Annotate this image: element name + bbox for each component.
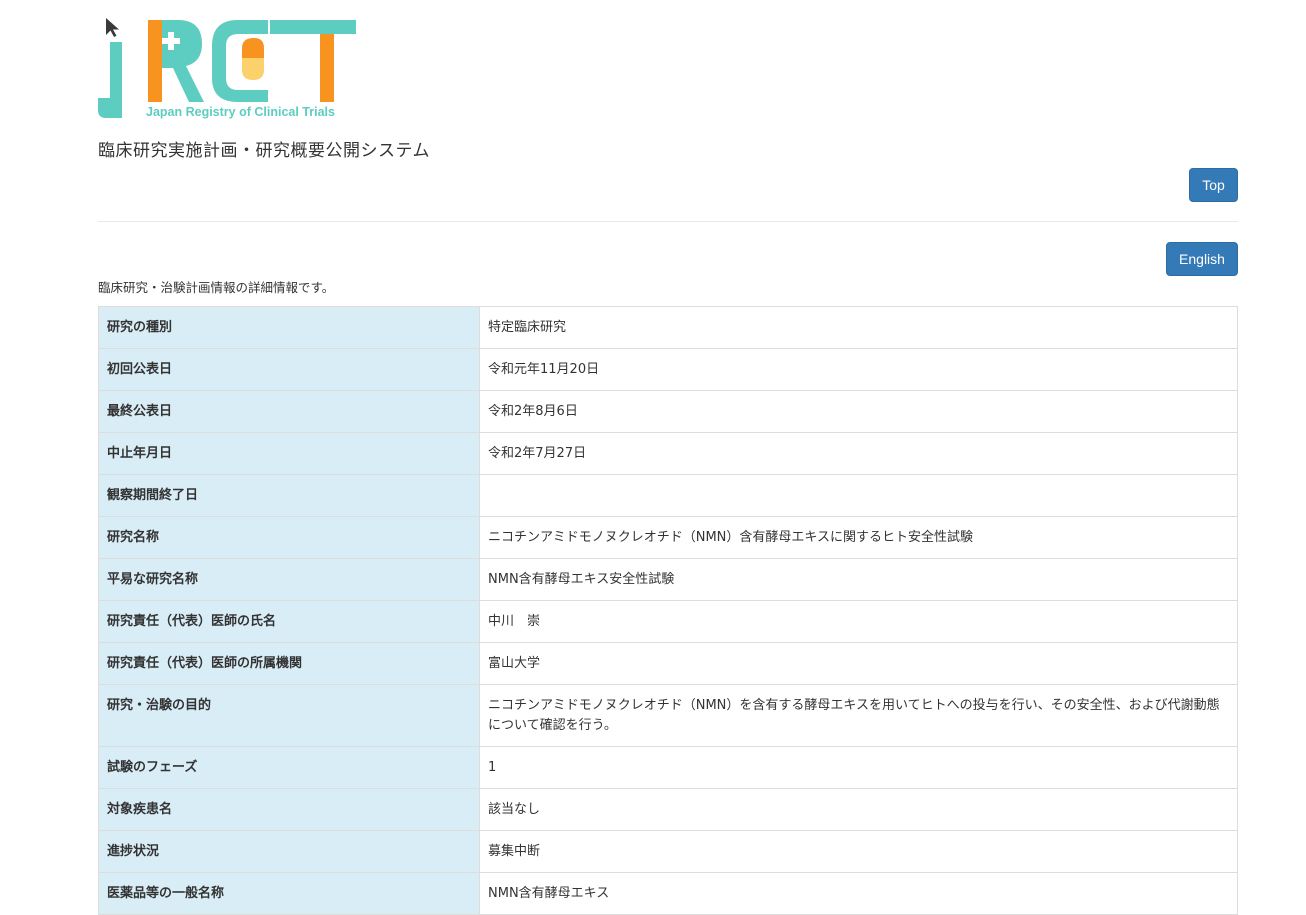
- header-divider: [98, 221, 1238, 222]
- row-value: 中川 崇: [479, 600, 1238, 643]
- table-row: 試験のフェーズ 1: [98, 746, 1238, 789]
- table-row: 初回公表日 令和元年11月20日: [98, 348, 1238, 391]
- row-label: 最終公表日: [98, 390, 480, 433]
- row-label: 研究名称: [98, 516, 480, 559]
- capsule-icon-bottom: [242, 58, 264, 80]
- row-value: ニコチンアミドモノヌクレオチド（NMN）を含有する酵母エキスを用いてヒトへの投与…: [479, 684, 1238, 747]
- row-value: 令和2年8月6日: [479, 390, 1238, 433]
- table-row: 医薬品等の一般名称 NMN含有酵母エキス: [98, 872, 1238, 915]
- row-label: 平易な研究名称: [98, 558, 480, 601]
- table-row: 研究名称 ニコチンアミドモノヌクレオチド（NMN）含有酵母エキスに関するヒト安全…: [98, 516, 1238, 559]
- table-row: 観察期間終了日: [98, 474, 1238, 517]
- row-label: 試験のフェーズ: [98, 746, 480, 789]
- intro-text: 臨床研究・治験計画情報の詳細情報です。: [98, 280, 335, 295]
- english-button[interactable]: English: [1166, 242, 1238, 276]
- logo-subtitle: Japan Registry of Clinical Trials: [146, 105, 335, 119]
- row-value: NMN含有酵母エキス: [479, 872, 1238, 915]
- row-label: 研究責任（代表）医師の氏名: [98, 600, 480, 643]
- row-value: 令和2年7月27日: [479, 432, 1238, 475]
- row-label: 初回公表日: [98, 348, 480, 391]
- row-label: 医薬品等の一般名称: [98, 872, 480, 915]
- row-value: 1: [479, 746, 1238, 789]
- table-row: 最終公表日 令和2年8月6日: [98, 390, 1238, 433]
- logo-letter-t-stem: [320, 34, 334, 102]
- row-label: 対象疾患名: [98, 788, 480, 831]
- row-label: 研究責任（代表）医師の所属機関: [98, 642, 480, 685]
- table-row: 研究・治験の目的 ニコチンアミドモノヌクレオチド（NMN）を含有する酵母エキスを…: [98, 684, 1238, 747]
- cursor-arrow-icon: [106, 18, 119, 37]
- row-label: 研究・治験の目的: [98, 684, 480, 747]
- row-label: 観察期間終了日: [98, 474, 480, 517]
- row-value: NMN含有酵母エキス安全性試験: [479, 558, 1238, 601]
- jrct-logo[interactable]: Japan Registry of Clinical Trials: [98, 18, 360, 122]
- table-row: 研究責任（代表）医師の氏名 中川 崇: [98, 600, 1238, 643]
- logo-letter-r-stem: [148, 20, 162, 102]
- row-label: 研究の種別: [98, 306, 480, 349]
- trial-detail-table: 研究の種別 特定臨床研究 初回公表日 令和元年11月20日 最終公表日 令和2年…: [98, 306, 1238, 915]
- capsule-icon-top: [242, 38, 264, 58]
- table-row: 進捗状況 募集中断: [98, 830, 1238, 873]
- table-row: 研究の種別 特定臨床研究: [98, 306, 1238, 349]
- table-row: 中止年月日 令和2年7月27日: [98, 432, 1238, 475]
- row-value: 募集中断: [479, 830, 1238, 873]
- logo-letter-j-stem: [110, 42, 122, 114]
- system-title: 臨床研究実施計画・研究概要公開システム: [98, 141, 430, 161]
- row-value: [479, 474, 1238, 517]
- row-value: 富山大学: [479, 642, 1238, 685]
- row-value: 令和元年11月20日: [479, 348, 1238, 391]
- table-row: 研究責任（代表）医師の所属機関 富山大学: [98, 642, 1238, 685]
- logo-letter-t-bar: [270, 20, 356, 34]
- top-button[interactable]: Top: [1189, 168, 1238, 202]
- row-label: 中止年月日: [98, 432, 480, 475]
- table-row: 対象疾患名 該当なし: [98, 788, 1238, 831]
- row-value: 特定臨床研究: [479, 306, 1238, 349]
- table-row: 平易な研究名称 NMN含有酵母エキス安全性試験: [98, 558, 1238, 601]
- row-label: 進捗状況: [98, 830, 480, 873]
- row-value: ニコチンアミドモノヌクレオチド（NMN）含有酵母エキスに関するヒト安全性試験: [479, 516, 1238, 559]
- row-value: 該当なし: [479, 788, 1238, 831]
